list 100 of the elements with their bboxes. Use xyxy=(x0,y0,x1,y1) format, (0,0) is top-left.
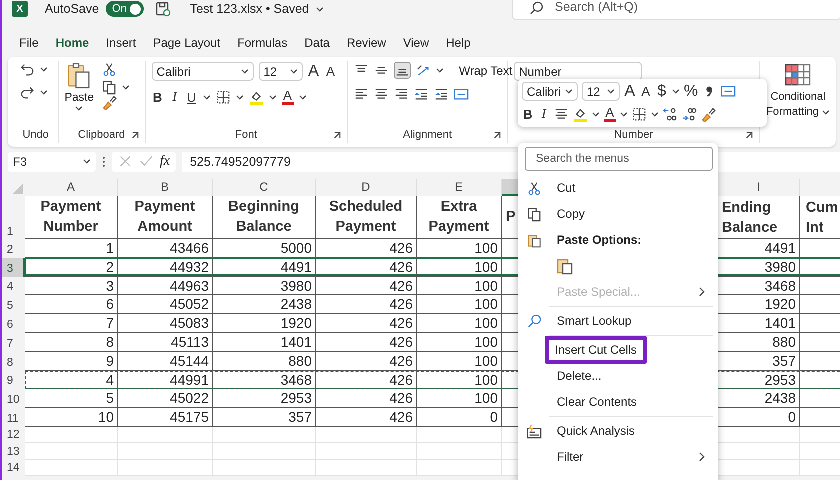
paste-icon[interactable] xyxy=(557,257,573,275)
undo-icon[interactable] xyxy=(20,62,35,77)
shrink-font-button[interactable]: A xyxy=(640,84,652,99)
percent-button[interactable]: % xyxy=(684,82,698,100)
number-format-dropdown[interactable]: Number xyxy=(514,62,642,81)
orientation-icon[interactable] xyxy=(416,63,432,78)
ribbon-tab[interactable]: Insert xyxy=(98,32,145,54)
caret-icon[interactable] xyxy=(40,67,48,72)
wrap-text-button[interactable]: Wrap Text xyxy=(459,64,513,78)
ribbon-tab[interactable]: Home xyxy=(47,32,98,54)
table-cell: 6 xyxy=(25,295,118,314)
row-header[interactable]: 11 xyxy=(0,408,25,427)
menu-item[interactable]: Quick Analysis xyxy=(523,418,713,444)
row-header[interactable]: 5 xyxy=(0,295,25,314)
menu-item[interactable]: Clear Contents xyxy=(523,389,713,415)
row-header[interactable]: 13 xyxy=(0,443,25,460)
row-header[interactable]: 10 xyxy=(0,389,25,408)
shrink-font-button[interactable]: A xyxy=(324,64,337,79)
column-header[interactable]: B xyxy=(118,179,213,196)
table-cell: 45113 xyxy=(118,332,213,351)
decrease-indent-icon[interactable] xyxy=(414,87,430,102)
ribbon-tab[interactable]: File xyxy=(11,32,48,54)
row-header[interactable]: 6 xyxy=(0,314,25,333)
ribbon-tab[interactable]: View xyxy=(394,32,438,54)
save-icon[interactable] xyxy=(155,1,172,17)
menu-item[interactable]: Smart Lookup xyxy=(523,308,713,334)
caret-icon[interactable] xyxy=(316,6,324,12)
font-size-dropdown[interactable]: 12 xyxy=(258,62,303,81)
underline-button[interactable]: U xyxy=(186,90,198,104)
scissors-icon[interactable] xyxy=(102,62,118,77)
font-color-button[interactable]: A xyxy=(604,106,616,122)
caret-icon[interactable] xyxy=(436,68,444,73)
caret-icon[interactable] xyxy=(236,94,244,100)
redo-icon[interactable] xyxy=(20,85,35,100)
row-header[interactable]: 1 xyxy=(0,196,25,239)
decrease-decimal-icon[interactable] xyxy=(682,106,697,122)
menu-item[interactable]: Delete... xyxy=(523,363,713,389)
fill-color-icon[interactable] xyxy=(573,106,588,122)
caret-icon[interactable] xyxy=(202,94,211,100)
format-painter-icon[interactable] xyxy=(102,95,118,110)
font-color-button[interactable]: A xyxy=(282,89,294,105)
increase-indent-icon[interactable] xyxy=(434,87,450,102)
borders-icon[interactable] xyxy=(216,90,231,104)
align-right-icon[interactable] xyxy=(394,87,410,102)
file-title[interactable]: Test 123.xlsx • Saved xyxy=(190,2,310,16)
grow-font-button[interactable]: A xyxy=(308,62,320,80)
menu-item[interactable]: Filter xyxy=(523,444,713,470)
merge-icon[interactable] xyxy=(454,87,470,102)
ribbon-tab[interactable]: Page Layout xyxy=(144,32,230,54)
increase-decimal-icon[interactable] xyxy=(663,106,678,122)
menu-item[interactable]: Copy xyxy=(523,201,713,227)
column-header[interactable]: D xyxy=(316,179,417,196)
italic-button[interactable]: I xyxy=(168,89,181,105)
ribbon-tab[interactable]: Review xyxy=(338,32,395,54)
paste-button[interactable]: Paste xyxy=(64,62,94,129)
align-center-icon[interactable] xyxy=(554,106,569,122)
menu-search-field[interactable]: Search the menus xyxy=(525,147,713,171)
fill-color-icon[interactable] xyxy=(248,90,264,104)
align-left-icon[interactable] xyxy=(354,87,370,102)
search-field[interactable]: Search (Alt+Q) xyxy=(512,0,840,20)
copy-icon[interactable] xyxy=(102,80,118,95)
conditional-formatting-button[interactable]: Conditional Formatting xyxy=(766,64,830,120)
name-box[interactable]: F3 xyxy=(8,152,96,172)
font-name-dropdown[interactable]: Calibri xyxy=(152,62,254,81)
autosave-label: AutoSave xyxy=(45,2,100,16)
row-header[interactable]: 2 xyxy=(0,239,25,258)
ribbon-tab[interactable]: Formulas xyxy=(229,32,296,54)
dialog-launcher-icon[interactable] xyxy=(494,132,502,139)
font-size-dropdown[interactable]: 12 xyxy=(582,82,620,101)
column-header[interactable]: C xyxy=(213,179,316,196)
caret-icon[interactable] xyxy=(592,112,600,116)
dialog-launcher-icon[interactable] xyxy=(334,132,342,139)
table-cell: 45175 xyxy=(118,408,213,426)
format-painter-icon[interactable] xyxy=(701,106,716,122)
caret-icon[interactable] xyxy=(651,112,659,116)
ribbon-tab[interactable]: Help xyxy=(438,32,480,54)
bold-button[interactable]: B xyxy=(522,106,534,122)
align-center-icon[interactable] xyxy=(374,87,390,102)
caret-icon[interactable] xyxy=(40,90,48,95)
more-icon[interactable] xyxy=(102,156,106,168)
insert-function-button[interactable]: fx xyxy=(160,154,170,170)
caret-icon[interactable] xyxy=(298,94,307,100)
font-name-dropdown[interactable]: Calibri xyxy=(522,82,578,101)
checkmark-icon[interactable] xyxy=(139,154,154,169)
ribbon-tab[interactable]: Data xyxy=(296,32,338,54)
caret-icon[interactable] xyxy=(672,89,680,94)
align-bottom-icon[interactable] xyxy=(394,62,412,79)
dialog-launcher-icon[interactable] xyxy=(132,132,139,139)
autosave-toggle[interactable]: On xyxy=(106,1,144,17)
caret-icon[interactable] xyxy=(620,112,628,116)
caret-icon[interactable] xyxy=(268,94,277,100)
column-header[interactable]: A xyxy=(25,179,118,196)
merge-icon[interactable] xyxy=(721,84,736,99)
caret-icon[interactable] xyxy=(122,85,130,90)
currency-button[interactable]: $ xyxy=(656,82,668,100)
dialog-launcher-icon[interactable] xyxy=(746,132,754,139)
italic-button[interactable]: I xyxy=(538,106,550,122)
grow-font-button[interactable]: A xyxy=(624,82,636,100)
bold-button[interactable]: B xyxy=(152,90,164,104)
borders-icon[interactable] xyxy=(632,106,647,122)
